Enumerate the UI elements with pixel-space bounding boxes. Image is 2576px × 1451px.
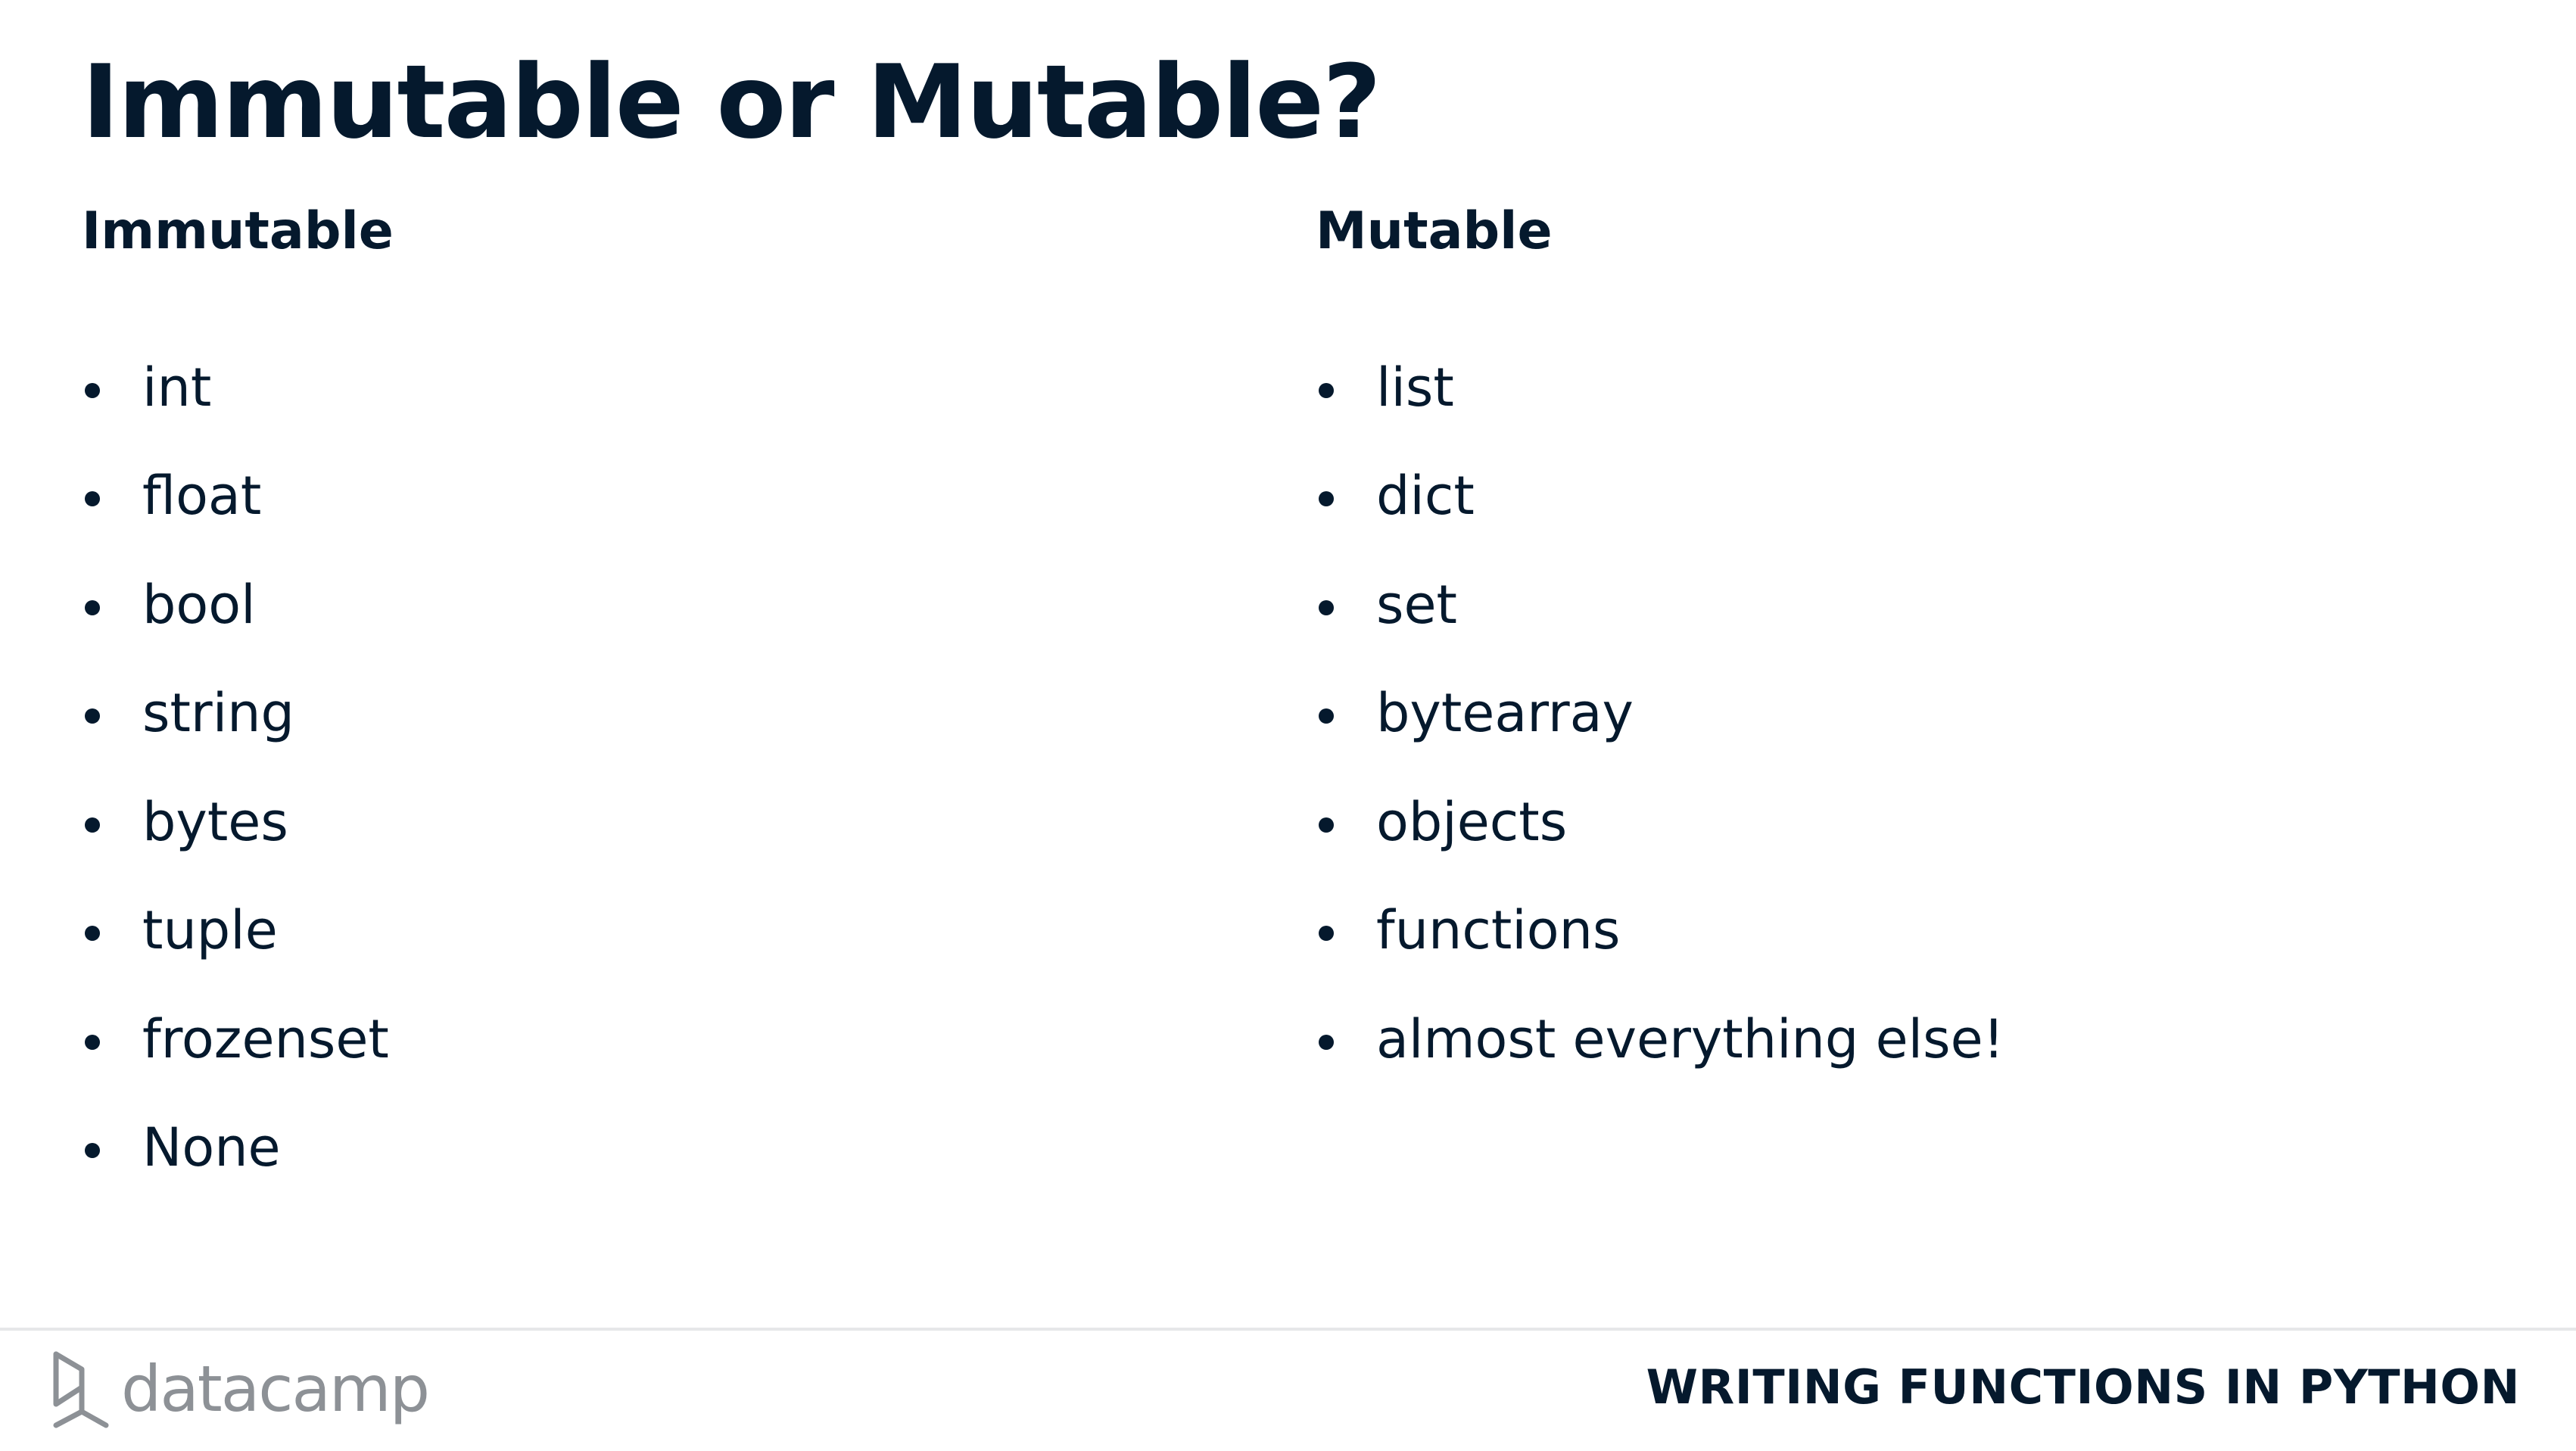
list-item-text: list (1376, 356, 1454, 419)
list-item-text: functions (1376, 899, 1621, 962)
list-item: functions (1316, 877, 2004, 985)
mutable-column: Mutable list dict set bytearray objects … (1316, 198, 2004, 1066)
bullet-icon (85, 382, 100, 398)
list-item: float (82, 442, 389, 551)
datacamp-logo: datacamp (51, 1347, 430, 1431)
list-item-text: int (142, 356, 212, 419)
list-item-text: None (142, 1116, 281, 1179)
list-item-text: set (1376, 573, 1457, 636)
immutable-heading: Immutable (82, 201, 394, 261)
logo-wordmark: datacamp (121, 1352, 430, 1426)
list-item-text: dict (1376, 465, 1475, 528)
list-item: string (82, 659, 389, 768)
bullet-icon (1319, 817, 1334, 833)
list-item: set (1316, 550, 2004, 659)
list-item: None (82, 1094, 389, 1203)
list-item-text: bytes (142, 790, 288, 853)
list-item: bytearray (1316, 659, 2004, 768)
list-item-text: frozenset (142, 1007, 389, 1070)
list-item: list (1316, 333, 2004, 442)
list-item-text: almost everything else! (1376, 1007, 2004, 1070)
list-item: bool (82, 550, 389, 659)
footer-divider (0, 1328, 2576, 1331)
bullet-icon (1319, 491, 1334, 507)
datacamp-logo-icon (53, 1351, 109, 1428)
bullet-icon (85, 926, 100, 942)
mutable-list: list dict set bytearray objects function… (1316, 333, 2004, 1094)
bullet-icon (85, 708, 100, 724)
list-item: tuple (82, 877, 389, 985)
list-item: frozenset (82, 985, 389, 1094)
immutable-list: int float bool string bytes tuple frozen… (82, 333, 389, 1202)
list-item-text: string (142, 682, 294, 745)
bullet-icon (85, 1143, 100, 1159)
list-item: dict (1316, 442, 2004, 551)
bullet-icon (85, 1034, 100, 1050)
list-item: almost everything else! (1316, 985, 2004, 1094)
bullet-icon (1319, 708, 1334, 724)
bullet-icon (85, 491, 100, 507)
bullet-icon (1319, 382, 1334, 398)
course-title: WRITING FUNCTIONS IN PYTHON (1646, 1359, 2520, 1415)
bullet-icon (85, 817, 100, 833)
list-item-text: bytearray (1376, 682, 1634, 745)
list-item: int (82, 333, 389, 442)
immutable-column: Immutable int float bool string bytes tu… (82, 198, 394, 1174)
list-item: bytes (82, 768, 389, 877)
list-item-text: objects (1376, 790, 1568, 853)
bullet-icon (1319, 926, 1334, 942)
bullet-icon (85, 599, 100, 615)
bullet-icon (1319, 599, 1334, 615)
list-item-text: float (142, 465, 262, 528)
bullet-icon (1319, 1034, 1334, 1050)
list-item-text: tuple (142, 899, 278, 962)
list-item: objects (1316, 768, 2004, 877)
slide-title: Immutable or Mutable? (82, 43, 1381, 161)
mutable-heading: Mutable (1316, 201, 1553, 261)
list-item-text: bool (142, 573, 256, 636)
